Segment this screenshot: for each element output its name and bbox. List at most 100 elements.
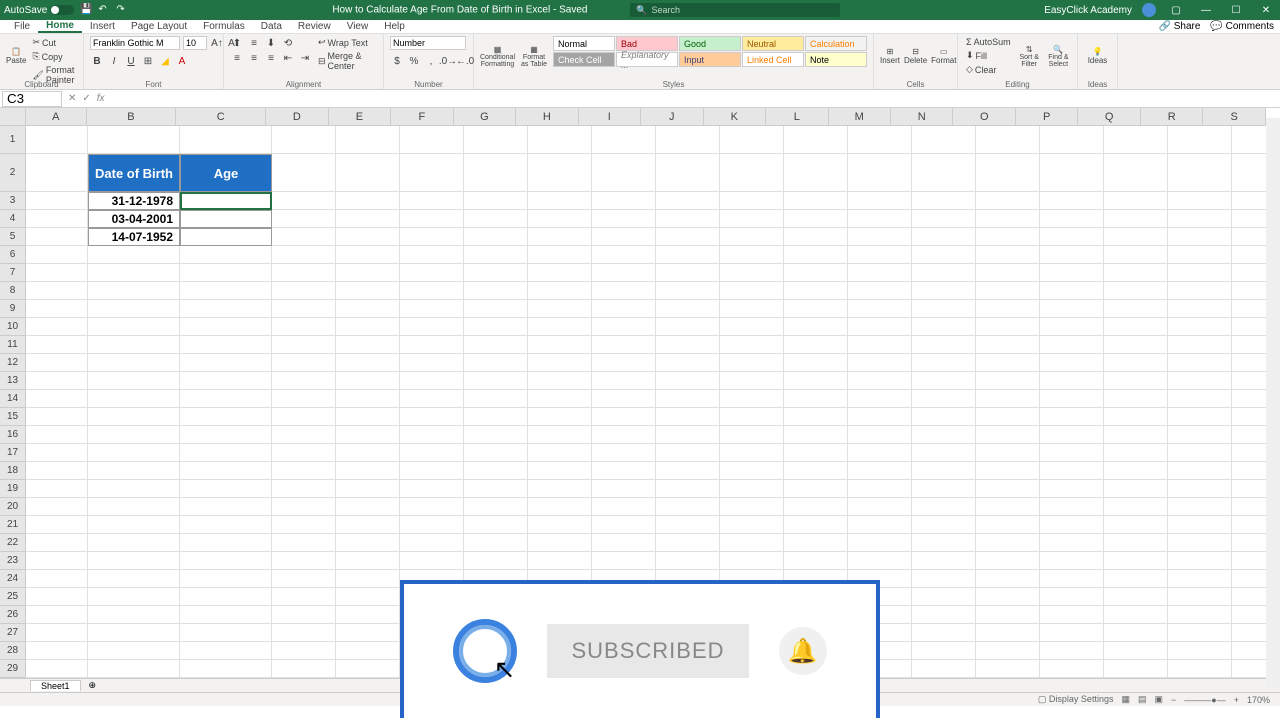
cell[interactable] [180,318,272,336]
cell[interactable] [336,498,400,516]
cell[interactable] [26,552,88,570]
style-input[interactable]: Input [679,52,741,67]
cell[interactable] [464,426,528,444]
cell[interactable] [336,192,400,210]
cell[interactable] [400,210,464,228]
undo-icon[interactable]: ↶ [98,4,110,16]
cell[interactable] [464,390,528,408]
cell[interactable] [400,426,464,444]
cell[interactable] [26,372,88,390]
style-normal[interactable]: Normal [553,36,615,51]
cell[interactable] [976,444,1040,462]
row-header-15[interactable]: 15 [0,408,25,426]
cell[interactable] [1040,228,1104,246]
cell[interactable] [1168,210,1232,228]
cell[interactable] [1040,246,1104,264]
cell[interactable] [912,228,976,246]
cell[interactable] [464,154,528,192]
cell[interactable] [400,534,464,552]
cell[interactable] [26,444,88,462]
cell[interactable] [272,480,336,498]
cell[interactable] [656,300,720,318]
col-header-G[interactable]: G [454,108,516,125]
cell[interactable] [1168,570,1232,588]
row-header-6[interactable]: 6 [0,246,25,264]
cell[interactable] [1104,588,1168,606]
cell[interactable] [592,480,656,498]
cell[interactable] [1040,264,1104,282]
cell[interactable] [976,426,1040,444]
cell[interactable] [656,246,720,264]
row-header-24[interactable]: 24 [0,570,25,588]
cell[interactable] [528,246,592,264]
cell[interactable] [180,642,272,660]
cell[interactable] [720,264,784,282]
col-header-H[interactable]: H [516,108,578,125]
cell[interactable] [1040,534,1104,552]
row-header-16[interactable]: 16 [0,426,25,444]
cell[interactable] [1168,606,1232,624]
cell[interactable] [720,372,784,390]
autosum-button[interactable]: ΣAutoSum [964,36,1013,48]
cell[interactable] [976,126,1040,154]
cell[interactable] [180,534,272,552]
conditional-formatting-button[interactable]: ▦ Conditional Formatting [480,36,515,76]
row-header-22[interactable]: 22 [0,534,25,552]
cell[interactable] [26,660,88,678]
cell[interactable] [912,516,976,534]
cell[interactable] [784,154,848,192]
cell[interactable] [1104,552,1168,570]
col-header-B[interactable]: B [87,108,177,125]
cell[interactable] [592,462,656,480]
cell[interactable] [336,282,400,300]
cell[interactable] [528,372,592,390]
row-header-5[interactable]: 5 [0,228,25,246]
cell[interactable] [272,264,336,282]
cell[interactable] [1104,516,1168,534]
style-check-cell[interactable]: Check Cell [553,52,615,67]
cell[interactable] [180,264,272,282]
enter-formula-icon[interactable]: ✓ [82,93,90,104]
cell[interactable] [1040,354,1104,372]
cell[interactable] [88,372,180,390]
paste-button[interactable]: 📋 Paste [6,36,26,76]
cell[interactable] [1040,426,1104,444]
cell[interactable] [720,552,784,570]
col-header-R[interactable]: R [1141,108,1203,125]
row-header-9[interactable]: 9 [0,300,25,318]
cell[interactable] [336,318,400,336]
redo-icon[interactable]: ↷ [116,4,128,16]
cell[interactable] [912,300,976,318]
cell[interactable] [720,390,784,408]
cell[interactable] [272,426,336,444]
cell[interactable] [26,354,88,372]
cell[interactable] [1168,642,1232,660]
toggle-switch-icon[interactable] [50,5,74,15]
cell[interactable] [784,426,848,444]
cell[interactable] [272,154,336,192]
col-header-C[interactable]: C [176,108,266,125]
cell[interactable] [1040,624,1104,642]
cell[interactable] [88,606,180,624]
cell[interactable] [720,246,784,264]
cell[interactable] [180,570,272,588]
cell[interactable] [912,246,976,264]
cell[interactable] [1040,300,1104,318]
cell[interactable] [976,390,1040,408]
cell[interactable] [656,534,720,552]
cell[interactable] [528,300,592,318]
style-note[interactable]: Note [805,52,867,67]
cell[interactable] [1104,318,1168,336]
cell[interactable] [848,192,912,210]
cell[interactable] [848,444,912,462]
cell[interactable] [1040,570,1104,588]
cell[interactable] [272,642,336,660]
cell[interactable] [912,444,976,462]
cell[interactable] [272,318,336,336]
cell[interactable] [720,126,784,154]
cell[interactable] [976,588,1040,606]
page-break-view-icon[interactable]: ▣ [1154,694,1163,705]
cell[interactable] [1040,282,1104,300]
sort-filter-button[interactable]: ⇅Sort & Filter [1017,36,1042,76]
cell[interactable] [272,354,336,372]
